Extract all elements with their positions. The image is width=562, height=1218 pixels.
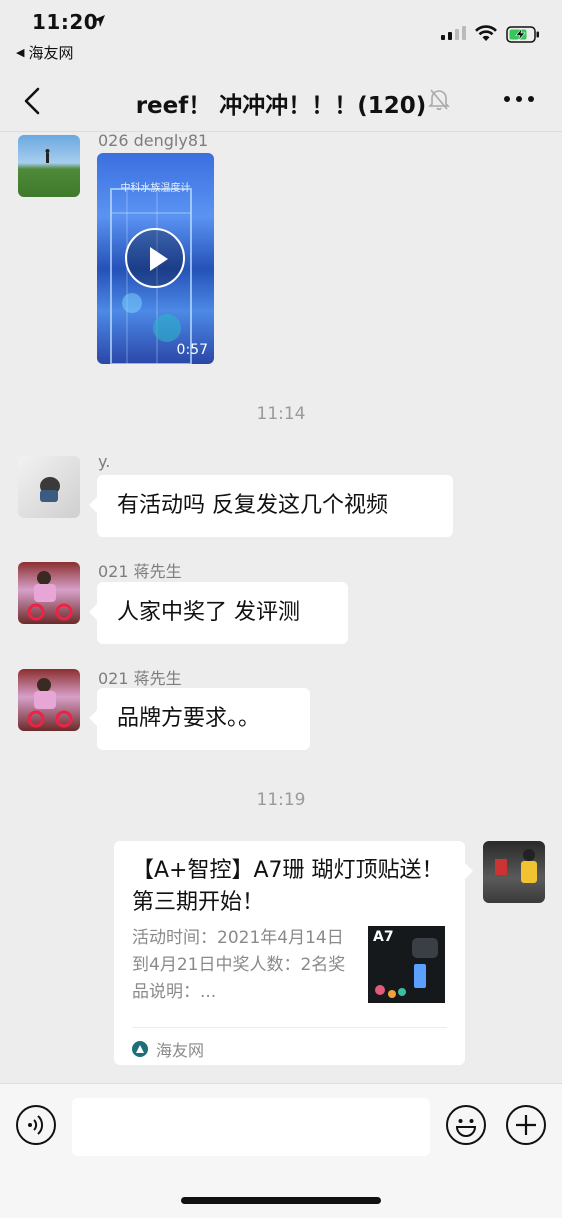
- link-card-title: 【A+智控】A7珊 瑚灯顶贴送！第三期开始！: [132, 858, 444, 915]
- link-card-message[interactable]: 【A+智控】A7珊 瑚灯顶贴送！第三期开始！ 活动时间：2021年4月14日到4…: [114, 841, 473, 1065]
- sender-name: 021 蒋先生: [98, 562, 182, 581]
- link-card-source: 海友网: [132, 1037, 204, 1061]
- message-bubble[interactable]: 有活动吗 反复发这几个视频: [89, 475, 453, 537]
- nav-bar: reef！ 冲冲冲！！！(120): [0, 70, 562, 132]
- location-arrow-icon: [92, 13, 106, 32]
- cellular-signal-icon: [441, 26, 466, 40]
- sender-name: 021 蒋先生: [98, 669, 182, 688]
- video-caption: 中科水族温度计: [120, 183, 191, 194]
- chat-screen: 11:20 ◀ 海友网 reef！ 冲冲冲！！！(120) 026 dengly…: [0, 0, 562, 1218]
- card-divider: [132, 1027, 447, 1028]
- video-duration: 0:57: [176, 342, 208, 358]
- link-card-thumbnail: A7: [368, 926, 445, 1003]
- message-bubble[interactable]: 品牌方要求。。: [89, 688, 310, 750]
- message-bubble[interactable]: 人家中奖了 发评测: [89, 582, 348, 644]
- back-app-label: 海友网: [28, 44, 74, 62]
- battery-charging-icon: [506, 26, 540, 47]
- link-card-description: 活动时间：2021年4月14日到4月21日中奖人数：2名奖品说明：...: [132, 928, 346, 1002]
- more-options-icon[interactable]: [504, 96, 534, 102]
- sender-name: y.: [98, 452, 111, 471]
- my-avatar[interactable]: [483, 841, 545, 903]
- video-message[interactable]: 中科水族温度计 0:57: [97, 153, 214, 364]
- sender-avatar[interactable]: [18, 135, 80, 197]
- mute-bell-icon: [428, 87, 450, 115]
- add-attachment-button[interactable]: [506, 1105, 546, 1145]
- timestamp: 11:19: [256, 790, 306, 810]
- message-input[interactable]: [72, 1098, 430, 1156]
- source-name: 海友网: [156, 1041, 205, 1060]
- source-logo-icon: [132, 1041, 148, 1057]
- play-icon[interactable]: [125, 228, 185, 288]
- sender-avatar[interactable]: [18, 562, 80, 624]
- wifi-icon: [474, 24, 498, 46]
- chat-title: reef！ 冲冲冲！！！(120): [135, 93, 427, 119]
- back-to-app-link[interactable]: ◀ 海友网: [16, 42, 73, 63]
- back-triangle-icon: ◀: [16, 46, 25, 59]
- sender-name: 026 dengly81: [98, 131, 209, 150]
- sender-avatar[interactable]: [18, 669, 80, 731]
- timestamp: 11:14: [256, 404, 306, 424]
- emoji-button[interactable]: [446, 1105, 486, 1145]
- voice-input-button[interactable]: [16, 1105, 56, 1145]
- sender-avatar[interactable]: [18, 456, 80, 518]
- input-bar: [0, 1083, 562, 1218]
- status-bar: 11:20 ◀ 海友网: [0, 0, 562, 70]
- home-indicator[interactable]: [181, 1197, 381, 1204]
- status-time: 11:20: [32, 10, 99, 34]
